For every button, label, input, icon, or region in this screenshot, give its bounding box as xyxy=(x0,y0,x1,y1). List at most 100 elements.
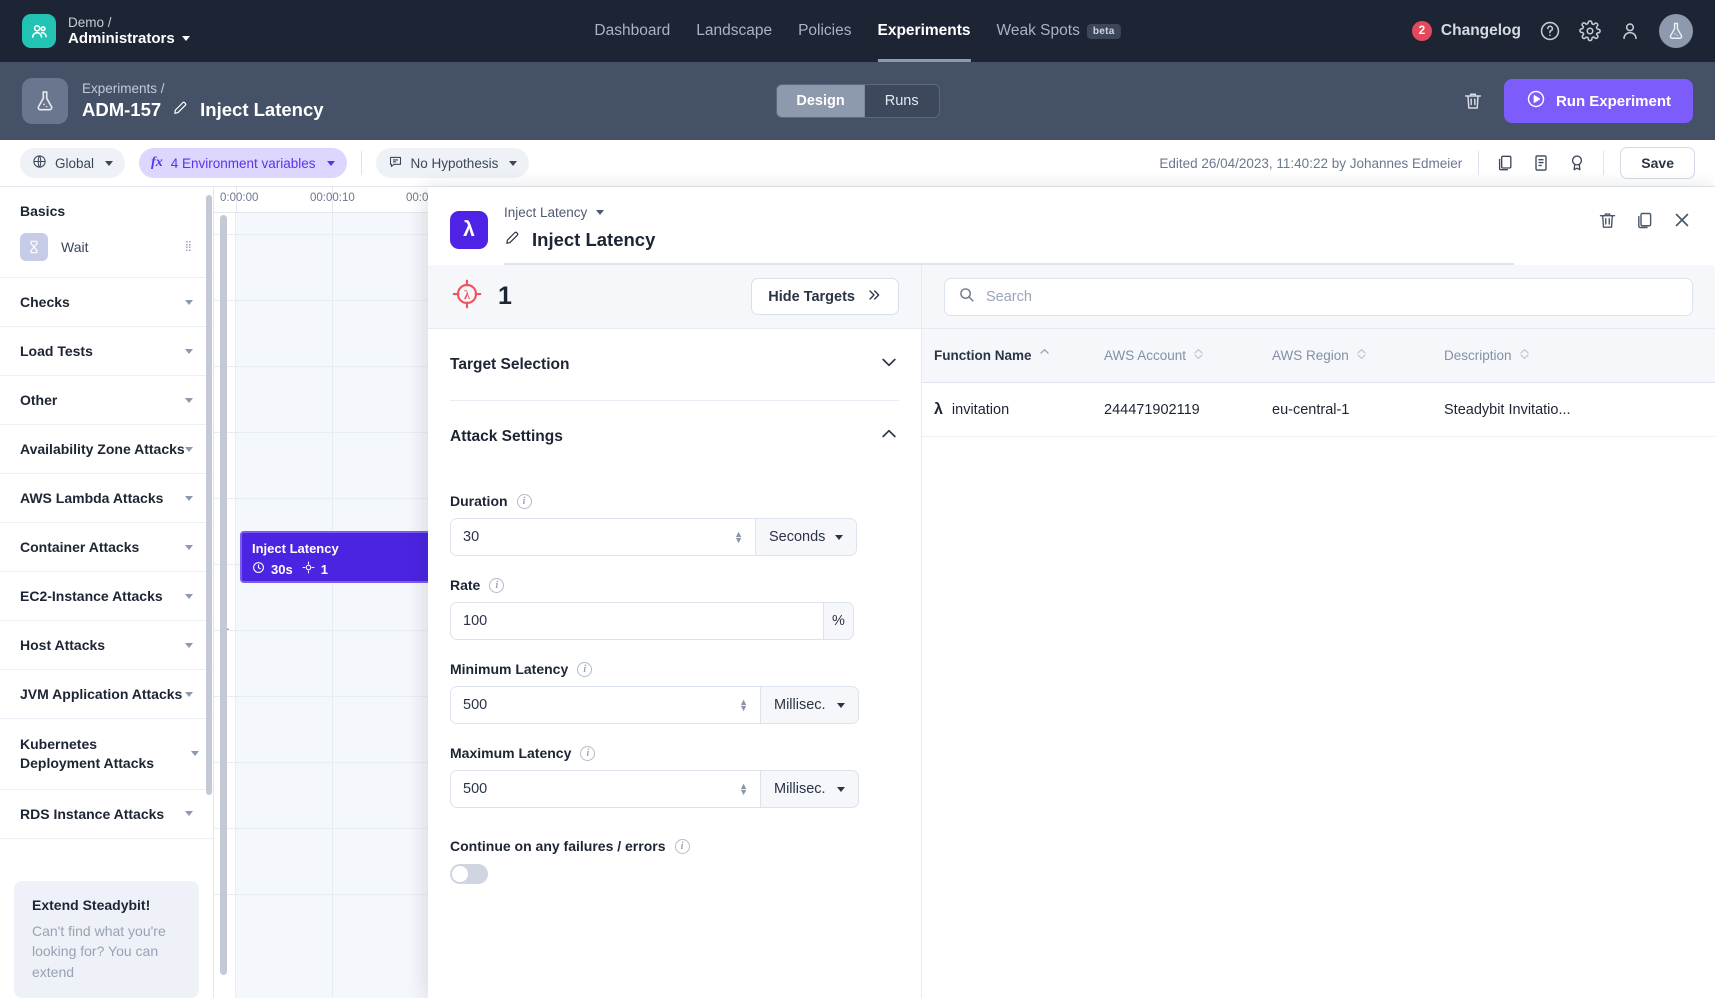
nav-item-policies[interactable]: Policies xyxy=(798,0,851,62)
chevrons-right-icon xyxy=(866,287,882,307)
lambda-glyph: λ xyxy=(463,218,475,242)
info-icon[interactable]: i xyxy=(577,662,592,677)
sidebar-scrollbar[interactable] xyxy=(206,195,212,795)
minimum-latency-unit-select[interactable]: Millisec. xyxy=(761,686,859,724)
cell-aws-account: 244471902119 xyxy=(1104,402,1272,418)
info-icon[interactable]: i xyxy=(489,578,504,593)
field-minimum-latency: Minimum Latency i 500 ▲▼ Millisec. xyxy=(450,661,899,724)
timeline-tick-label: 0:00:00 xyxy=(220,192,258,204)
info-icon[interactable]: i xyxy=(517,494,532,509)
rate-input[interactable]: 100 xyxy=(450,602,824,640)
sidebar-group-load-tests[interactable]: Load Tests xyxy=(0,327,213,376)
column-header-aws-account[interactable]: AWS Account xyxy=(1104,347,1272,364)
question-circle-icon[interactable] xyxy=(1539,20,1561,42)
environment-variables-selector[interactable]: fx 4 Environment variables xyxy=(139,148,347,178)
sidebar-group-kubernetes-deployment-attacks[interactable]: Kubernetes Deployment Attacks xyxy=(0,719,213,790)
target-lambda-icon: λ xyxy=(450,277,484,316)
minimum-latency-input-group: 500 ▲▼ Millisec. xyxy=(450,686,899,724)
run-experiment-button[interactable]: Run Experiment xyxy=(1504,79,1693,123)
panel-title-row: Inject Latency xyxy=(504,229,1693,263)
info-icon[interactable]: i xyxy=(675,839,690,854)
search-box[interactable] xyxy=(944,278,1693,316)
nav-item-weak-spots[interactable]: Weak Spots beta xyxy=(997,0,1121,62)
page-title: ADM-157 Inject Latency xyxy=(82,99,324,121)
stepper-icon[interactable]: ▲▼ xyxy=(739,783,748,795)
toolbar-right: Edited 26/04/2023, 11:40:22 by Johannes … xyxy=(1159,147,1695,179)
stepper-icon[interactable]: ▲▼ xyxy=(734,531,743,543)
cell-description: Steadybit Invitatio... xyxy=(1444,402,1715,418)
panel-title-underline xyxy=(504,263,1514,265)
sidebar-group-checks[interactable]: Checks xyxy=(0,278,213,327)
sidebar-item-wait[interactable]: Wait ⣿ xyxy=(20,233,193,261)
column-header-description[interactable]: Description xyxy=(1444,347,1715,364)
svg-text:λ: λ xyxy=(464,288,471,302)
sidebar-group-host-attacks[interactable]: Host Attacks xyxy=(0,621,213,670)
search-input[interactable] xyxy=(986,289,1679,305)
tab-design[interactable]: Design xyxy=(776,85,864,117)
chevron-down-icon xyxy=(185,545,193,550)
sidebar-group-rds-instance-attacks[interactable]: RDS Instance Attacks xyxy=(0,790,213,839)
maximum-latency-value: 500 xyxy=(463,781,487,797)
chevron-down-icon xyxy=(185,594,193,599)
duration-unit-select[interactable]: Seconds xyxy=(756,518,857,556)
function-name-value: invitation xyxy=(952,402,1009,418)
nav-item-landscape[interactable]: Landscape xyxy=(696,0,772,62)
brand-team-switcher[interactable]: Demo / Administrators xyxy=(22,14,190,48)
breadcrumb-parent[interactable]: Experiments / xyxy=(82,81,324,97)
sidebar-group-container-attacks[interactable]: Container Attacks xyxy=(0,523,213,572)
maximum-latency-unit-select[interactable]: Millisec. xyxy=(761,770,859,808)
panel-header-actions xyxy=(1597,209,1693,236)
changelog-button[interactable]: 2 Changelog xyxy=(1412,21,1521,41)
timeline-vertical-scrollbar[interactable] xyxy=(220,215,227,975)
minimum-latency-unit-label: Millisec. xyxy=(774,697,826,713)
pencil-icon[interactable] xyxy=(172,99,189,121)
nav-item-dashboard[interactable]: Dashboard xyxy=(594,0,670,62)
close-icon[interactable] xyxy=(1671,209,1693,236)
continue-on-failures-toggle[interactable] xyxy=(450,864,488,884)
chevron-down-icon xyxy=(837,703,845,708)
column-header-function-name[interactable]: Function Name xyxy=(922,348,1104,364)
chevron-down-icon xyxy=(185,349,193,354)
flask-icon xyxy=(22,78,68,124)
info-icon[interactable]: i xyxy=(580,746,595,761)
nav-item-experiments[interactable]: Experiments xyxy=(877,0,970,62)
duration-input[interactable]: 30 ▲▼ xyxy=(450,518,756,556)
chevron-down-icon[interactable] xyxy=(182,36,190,41)
copy-icon[interactable] xyxy=(1634,210,1655,236)
maximum-latency-input[interactable]: 500 ▲▼ xyxy=(450,770,761,808)
document-icon[interactable] xyxy=(1531,153,1551,173)
section-attack-settings[interactable]: Attack Settings xyxy=(450,401,899,472)
hide-targets-button[interactable]: Hide Targets xyxy=(751,278,899,315)
drag-handle-icon[interactable]: ⣿ xyxy=(185,244,193,250)
award-icon[interactable] xyxy=(1567,153,1587,173)
sidebar-group-aws-lambda-attacks[interactable]: AWS Lambda Attacks xyxy=(0,474,213,523)
trash-icon[interactable] xyxy=(1462,90,1484,112)
sidebar-group-availability-zone-attacks[interactable]: Availability Zone Attacks xyxy=(0,425,213,474)
sidebar-group-other[interactable]: Other xyxy=(0,376,213,425)
minimum-latency-input[interactable]: 500 ▲▼ xyxy=(450,686,761,724)
table-row[interactable]: λ invitation 244471902119 eu-central-1 S… xyxy=(922,383,1715,437)
section-target-selection[interactable]: Target Selection xyxy=(450,329,899,401)
gear-icon[interactable] xyxy=(1579,20,1601,42)
timeline-step-targets: 1 xyxy=(321,562,328,577)
stepper-icon[interactable]: ▲▼ xyxy=(739,699,748,711)
person-icon[interactable] xyxy=(1619,20,1641,42)
scope-selector[interactable]: Global xyxy=(20,148,125,178)
toolbar-divider xyxy=(361,151,362,175)
tab-runs[interactable]: Runs xyxy=(865,85,939,117)
avatar[interactable] xyxy=(1659,14,1693,48)
field-label: Maximum Latency i xyxy=(450,745,899,761)
extend-steadybit-promo: Extend Steadybit! Can't find what you're… xyxy=(14,881,199,998)
field-label: Rate i xyxy=(450,577,899,593)
column-header-aws-region[interactable]: AWS Region xyxy=(1272,347,1444,364)
hypothesis-selector[interactable]: No Hypothesis xyxy=(376,148,530,178)
copy-icon[interactable] xyxy=(1495,153,1515,173)
sidebar-group-ec2-instance-attacks[interactable]: EC2-Instance Attacks xyxy=(0,572,213,621)
chevron-down-icon xyxy=(185,398,193,403)
pencil-icon[interactable] xyxy=(504,229,521,251)
save-button[interactable]: Save xyxy=(1620,147,1695,179)
action-type-selector[interactable]: Inject Latency xyxy=(504,205,1693,220)
trash-icon[interactable] xyxy=(1597,210,1618,236)
sidebar-group-jvm-application-attacks[interactable]: JVM Application Attacks xyxy=(0,670,213,719)
promo-title: Extend Steadybit! xyxy=(32,897,181,913)
